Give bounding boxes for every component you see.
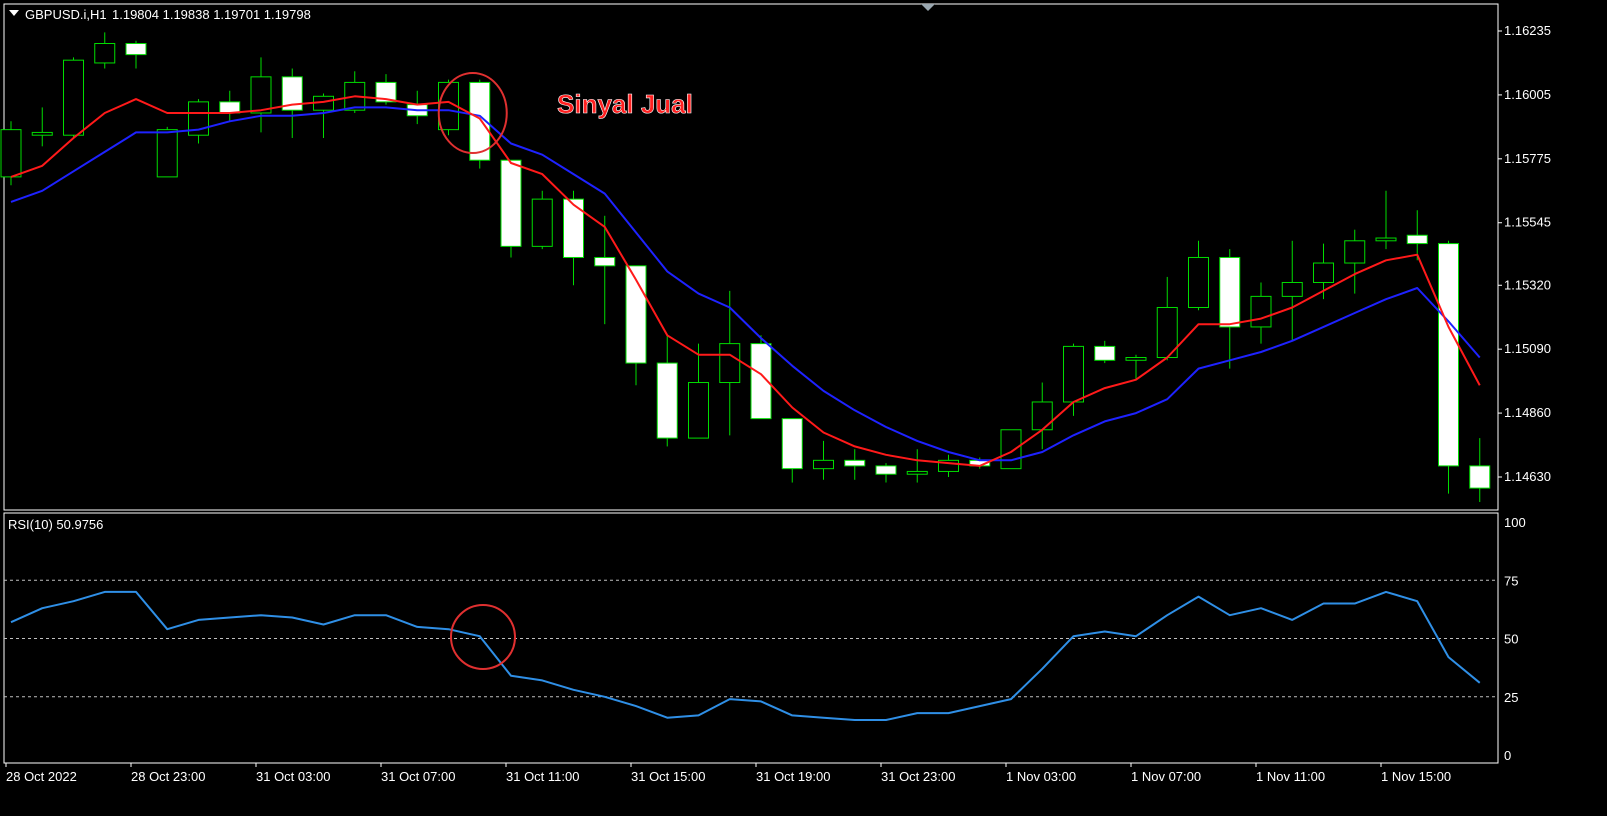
rsi-axis-label: 100 xyxy=(1504,515,1526,530)
rsi-axis-label: 25 xyxy=(1504,690,1518,705)
bear-candle xyxy=(781,418,803,470)
time-axis-label: 1 Nov 15:00 xyxy=(1381,769,1451,784)
price-axis-label: 1.15775 xyxy=(1504,151,1551,166)
bear-candle xyxy=(500,159,522,247)
bear-candle xyxy=(875,465,897,475)
rsi-axis-label: 0 xyxy=(1504,748,1511,763)
price-axis-label: 1.14630 xyxy=(1504,469,1551,484)
price-axis-label: 1.15320 xyxy=(1504,277,1551,292)
bull-candle xyxy=(719,343,741,384)
bull-candle xyxy=(1250,295,1272,328)
chart-canvas[interactable]: 1.16235 1.16005 1.15775 1.15545 1.15320 1.150… xyxy=(0,0,1607,811)
bear-candle xyxy=(656,362,678,439)
bear-candle xyxy=(1219,256,1241,328)
price-axis-label: 1.15545 xyxy=(1504,215,1551,230)
symbol-menu-icon[interactable] xyxy=(9,10,19,16)
bear-candle xyxy=(563,198,584,258)
chart-window[interactable]: 1.16235 1.16005 1.15775 1.15545 1.15320 1.150… xyxy=(0,0,1607,811)
bull-candle xyxy=(156,129,178,178)
bull-candle xyxy=(813,459,834,470)
time-axis-label: 31 Oct 23:00 xyxy=(881,769,955,784)
time-axis-label: 28 Oct 23:00 xyxy=(131,769,205,784)
bear-candle xyxy=(1094,345,1116,361)
time-axis-label: 1 Nov 03:00 xyxy=(1006,769,1076,784)
bear-candle xyxy=(219,101,241,114)
bull-candle xyxy=(1063,345,1084,403)
time-axis-label: 1 Nov 11:00 xyxy=(1256,769,1325,784)
price-axis-label: 1.14860 xyxy=(1504,405,1551,420)
bull-candle xyxy=(1375,237,1397,242)
bear-candle xyxy=(1438,243,1459,467)
bull-candle xyxy=(31,131,53,136)
time-axis-label: 31 Oct 03:00 xyxy=(256,769,330,784)
bull-candle xyxy=(1125,357,1147,361)
bull-candle xyxy=(1188,256,1209,308)
time-axis-label: 31 Oct 11:00 xyxy=(506,769,579,784)
bull-candle xyxy=(1313,262,1334,283)
bull-candle xyxy=(531,198,553,247)
bull-candle xyxy=(906,470,928,475)
symbol-label: GBPUSD.i,H1 xyxy=(25,7,107,22)
bear-candle xyxy=(1406,234,1428,245)
bull-candle xyxy=(0,129,22,178)
bull-candle xyxy=(688,382,709,439)
bull-candle xyxy=(1281,281,1303,297)
annotation-sell-signal: Sinyal Jual xyxy=(557,89,693,119)
rsi-axis-label: 50 xyxy=(1504,632,1518,647)
bear-candle xyxy=(125,43,147,56)
rsi-label: RSI(10) 50.9756 xyxy=(8,517,104,532)
time-axis-label: 28 Oct 2022 xyxy=(6,769,77,784)
ohlc-readout: 1.19804 1.19838 1.19701 1.19798 xyxy=(112,7,311,22)
price-axis-label: 1.16005 xyxy=(1504,87,1551,102)
price-axis-label: 1.15090 xyxy=(1504,341,1551,356)
rsi-axis-label: 75 xyxy=(1504,573,1518,588)
time-axis-label: 1 Nov 07:00 xyxy=(1131,769,1201,784)
bear-candle xyxy=(844,459,866,467)
bull-candle xyxy=(94,43,116,64)
bear-candle xyxy=(1469,465,1491,489)
chart-background xyxy=(0,0,1607,811)
bull-candle xyxy=(1031,401,1053,431)
time-axis-label: 31 Oct 07:00 xyxy=(381,769,455,784)
bull-candle xyxy=(63,59,84,136)
time-axis-label: 31 Oct 19:00 xyxy=(756,769,830,784)
bear-candle xyxy=(594,256,616,267)
bull-candle xyxy=(1344,240,1366,264)
time-axis-label: 31 Oct 15:00 xyxy=(631,769,705,784)
bull-candle xyxy=(250,76,272,114)
bull-candle xyxy=(1000,429,1022,470)
price-axis-label: 1.16235 xyxy=(1504,23,1551,38)
